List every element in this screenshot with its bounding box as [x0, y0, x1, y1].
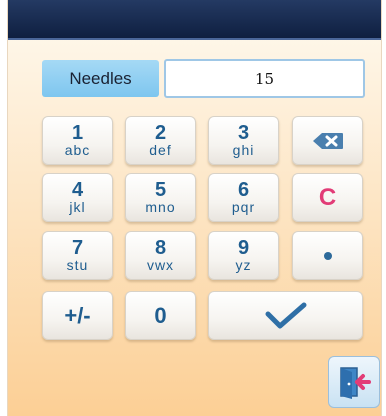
exit-button[interactable] — [328, 356, 380, 408]
key-2[interactable]: 2 def — [125, 116, 196, 165]
key-3-digit: 3 — [237, 121, 250, 144]
checkmark-icon — [265, 302, 306, 328]
key-6-letters: pqr — [231, 198, 256, 215]
key-3-letters: ghi — [232, 141, 255, 158]
keypad-panel: Needles 15 1 abc 2 def 3 ghi 4 jkl 5 mno… — [7, 0, 382, 416]
key-2-letters: def — [149, 141, 172, 158]
sign-toggle-button[interactable]: +/- — [42, 291, 113, 340]
key-8[interactable]: 8 vwx — [125, 231, 196, 280]
key-4-digit: 4 — [71, 178, 84, 201]
key-9-letters: yz — [235, 256, 252, 273]
decimal-point-button[interactable] — [292, 231, 363, 280]
key-8-letters: vwx — [146, 256, 175, 273]
field-label: Needles — [42, 60, 159, 97]
key-9[interactable]: 9 yz — [208, 231, 279, 280]
clear-label: C — [318, 183, 337, 211]
key-4-letters: jkl — [69, 198, 86, 215]
value-input[interactable]: 15 — [164, 59, 365, 98]
backspace-button[interactable] — [292, 116, 363, 165]
key-3[interactable]: 3 ghi — [208, 116, 279, 165]
key-8-digit: 8 — [154, 236, 167, 259]
key-4[interactable]: 4 jkl — [42, 173, 113, 222]
sign-toggle-label: +/- — [64, 302, 91, 328]
key-5-digit: 5 — [154, 178, 167, 201]
key-0-digit: 0 — [154, 302, 167, 328]
key-7[interactable]: 7 stu — [42, 231, 113, 280]
key-7-letters: stu — [66, 256, 89, 273]
confirm-button[interactable] — [208, 291, 363, 340]
key-5-letters: mno — [145, 198, 176, 215]
exit-door-icon — [340, 367, 371, 399]
key-1[interactable]: 1 abc — [42, 116, 113, 165]
key-1-digit: 1 — [71, 121, 84, 144]
key-6[interactable]: 6 pqr — [208, 173, 279, 222]
backspace-icon — [312, 132, 343, 149]
title-bar — [8, 0, 381, 40]
key-6-digit: 6 — [237, 178, 250, 201]
decimal-point-icon — [323, 251, 332, 260]
key-7-digit: 7 — [71, 236, 84, 259]
key-9-digit: 9 — [237, 236, 250, 259]
key-5[interactable]: 5 mno — [125, 173, 196, 222]
key-0[interactable]: 0 — [125, 291, 196, 340]
key-2-digit: 2 — [154, 121, 167, 144]
key-1-letters: abc — [64, 141, 91, 158]
clear-button[interactable]: C — [292, 173, 363, 222]
